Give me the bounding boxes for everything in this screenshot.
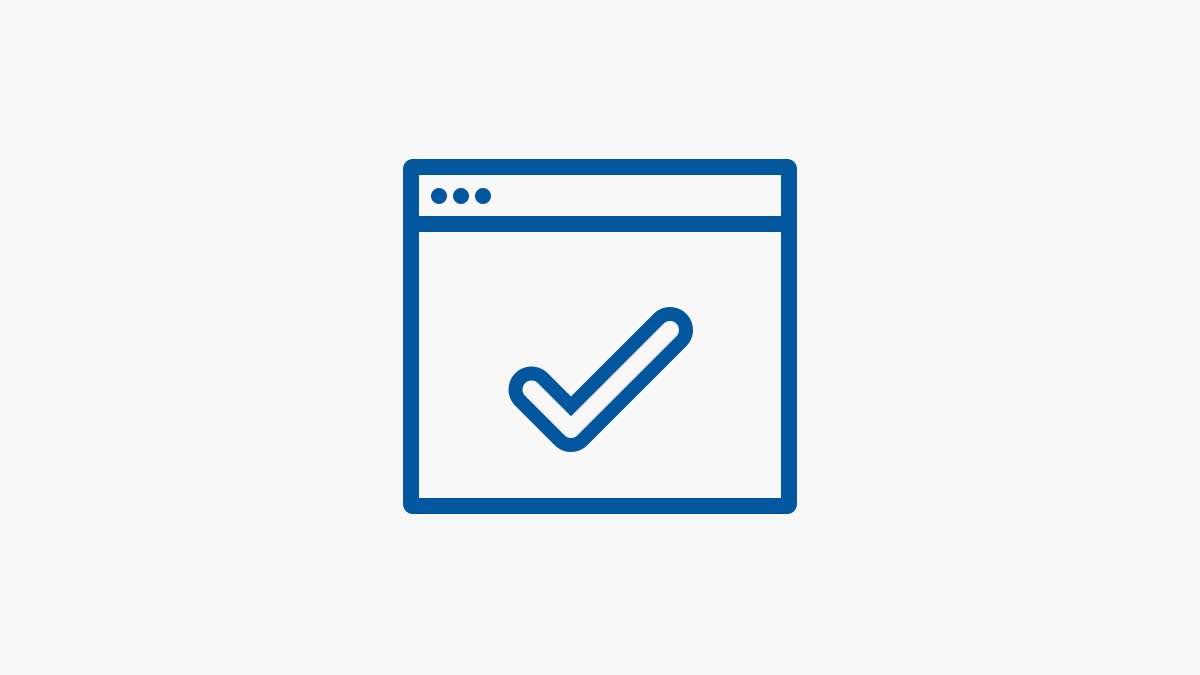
browser-window-checkmark-icon bbox=[0, 0, 1200, 675]
window-control-dots-icon bbox=[431, 188, 491, 204]
canvas bbox=[0, 0, 1200, 675]
